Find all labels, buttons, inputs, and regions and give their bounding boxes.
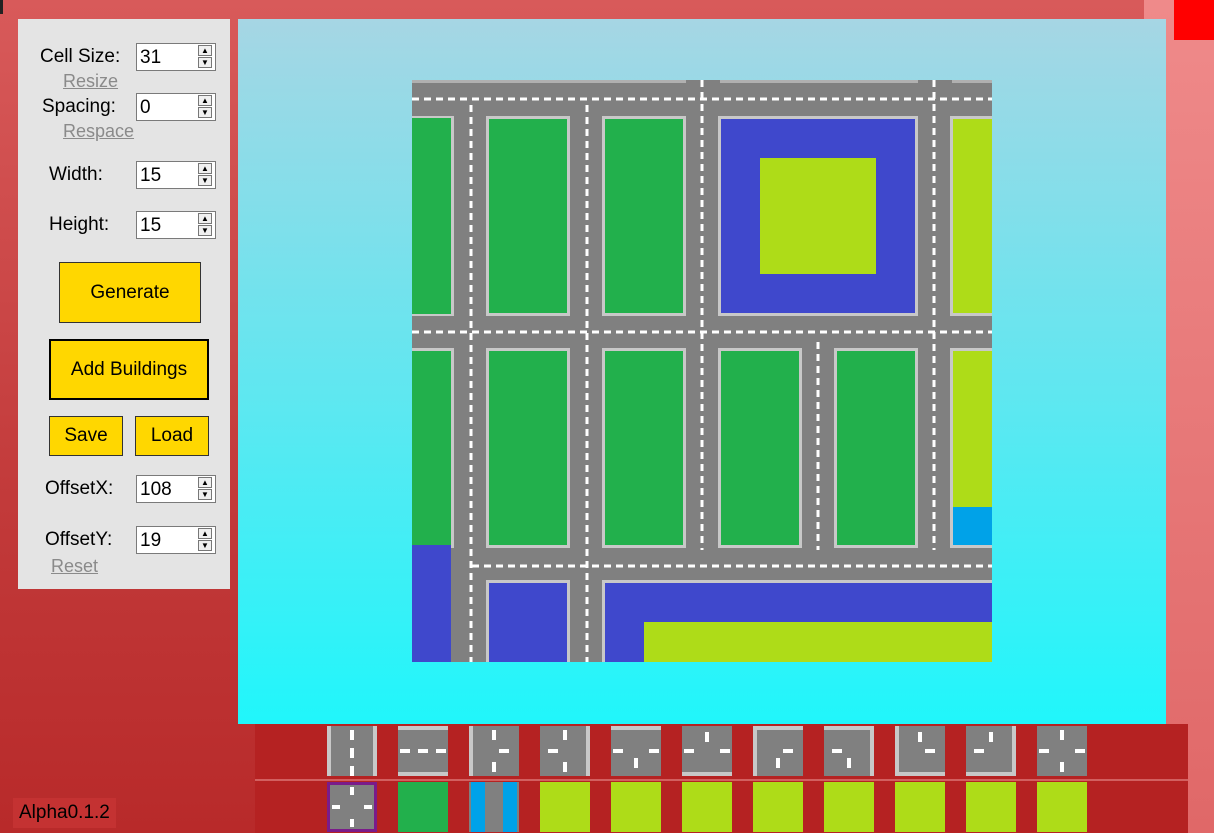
grass-tile-icon[interactable] [895, 782, 945, 832]
cell-size-label: Cell Size: [40, 46, 121, 67]
building-block [605, 119, 683, 313]
save-button[interactable]: Save [49, 416, 123, 456]
cell-size-input[interactable]: 31 ▲ ▼ [136, 43, 216, 71]
grass-block [953, 119, 992, 313]
offset-y-row: OffsetY: 19 ▲ ▼ [18, 526, 230, 556]
road-horizontal-icon[interactable] [398, 726, 448, 776]
tile-palette [255, 724, 1188, 833]
water-tile-icon[interactable] [469, 782, 519, 832]
spin-down-icon[interactable]: ▼ [198, 540, 212, 551]
spacing-label: Spacing: [42, 96, 116, 117]
respace-link[interactable]: Respace [63, 121, 134, 141]
spin-down-icon[interactable]: ▼ [198, 225, 212, 236]
road-cross-icon[interactable] [327, 782, 377, 832]
grass-tile-icon[interactable] [824, 782, 874, 832]
grass-tile-icon[interactable] [1037, 782, 1087, 832]
spin-down-icon[interactable]: ▼ [198, 107, 212, 118]
grass-tile-icon[interactable] [966, 782, 1016, 832]
offset-x-row: OffsetX: 108 ▲ ▼ [18, 475, 230, 505]
spin-down-icon[interactable]: ▼ [198, 489, 212, 500]
grass-tile-icon[interactable] [611, 782, 661, 832]
reset-link[interactable]: Reset [51, 556, 98, 576]
building-block [489, 119, 567, 313]
close-indicator[interactable] [1174, 0, 1214, 40]
building-block [412, 118, 451, 314]
spin-up-icon[interactable]: ▲ [198, 213, 212, 224]
road-vertical-icon[interactable] [327, 726, 377, 776]
offset-y-input[interactable]: 19 ▲ ▼ [136, 526, 216, 554]
grass-block [760, 158, 876, 274]
cell-size-row: Cell Size: 31 ▲ ▼ [18, 43, 230, 73]
road-corner-se-icon[interactable] [753, 726, 803, 776]
road-corner-sw-icon[interactable] [824, 726, 874, 776]
grass-block [644, 622, 992, 662]
building-block [412, 351, 451, 545]
version-label: Alpha0.1.2 [13, 798, 116, 828]
water-tile [953, 507, 992, 545]
spin-up-icon[interactable]: ▲ [198, 95, 212, 106]
height-row: Height: 15 ▲ ▼ [18, 211, 230, 241]
grass-tile-icon[interactable] [753, 782, 803, 832]
spin-up-icon[interactable]: ▲ [198, 528, 212, 539]
spin-down-icon[interactable]: ▼ [198, 57, 212, 68]
building-block [605, 351, 683, 545]
grass-tile-icon[interactable] [682, 782, 732, 832]
road-t-north-icon[interactable] [682, 726, 732, 776]
building-tile-icon[interactable] [398, 782, 448, 832]
window-edge-mark [0, 0, 3, 14]
add-buildings-button[interactable]: Add Buildings [49, 339, 209, 400]
generate-button[interactable]: Generate [59, 262, 201, 323]
building-block [721, 351, 799, 545]
controls-panel: Cell Size: 31 ▲ ▼ Resize Spacing: 0 ▲ ▼ … [18, 19, 230, 589]
spacing-input[interactable]: 0 ▲ ▼ [136, 93, 216, 121]
road-corner-nw-icon[interactable] [966, 726, 1016, 776]
spin-up-icon[interactable]: ▲ [198, 45, 212, 56]
building-block [489, 351, 567, 545]
road-t-west-icon[interactable] [540, 726, 590, 776]
offset-y-label: OffsetY: [45, 529, 113, 550]
road-t-east-icon[interactable] [469, 726, 519, 776]
city-map[interactable] [412, 80, 992, 662]
road-corner-ne-icon[interactable] [895, 726, 945, 776]
water-block [412, 545, 451, 662]
spacing-row: Spacing: 0 ▲ ▼ [18, 93, 230, 123]
grass-block [953, 351, 992, 507]
spin-up-icon[interactable]: ▲ [198, 477, 212, 488]
offset-x-input[interactable]: 108 ▲ ▼ [136, 475, 216, 503]
width-row: Width: 15 ▲ ▼ [18, 161, 230, 191]
height-input[interactable]: 15 ▲ ▼ [136, 211, 216, 239]
city-map-canvas [412, 80, 992, 662]
water-block [489, 583, 567, 662]
building-block [837, 351, 915, 545]
road-cross-icon[interactable] [1037, 726, 1087, 776]
height-label: Height: [49, 214, 110, 235]
road-t-south-icon[interactable] [611, 726, 661, 776]
grass-tile-icon[interactable] [540, 782, 590, 832]
resize-link[interactable]: Resize [63, 71, 118, 91]
offset-x-label: OffsetX: [45, 478, 114, 499]
width-input[interactable]: 15 ▲ ▼ [136, 161, 216, 189]
spin-down-icon[interactable]: ▼ [198, 175, 212, 186]
map-viewport[interactable] [238, 19, 1166, 724]
palette-divider [255, 779, 1188, 781]
load-button[interactable]: Load [135, 416, 209, 456]
width-label: Width: [49, 164, 103, 185]
spin-up-icon[interactable]: ▲ [198, 163, 212, 174]
